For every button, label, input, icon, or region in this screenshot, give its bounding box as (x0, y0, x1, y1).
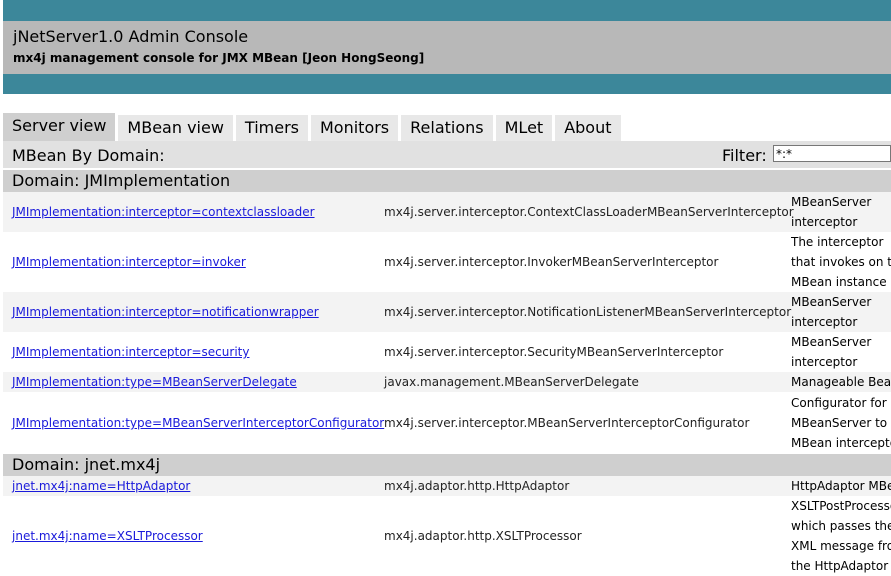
mbean-description: MBeanServer interceptor (791, 195, 872, 229)
mbean-link[interactable]: JMImplementation:interceptor=security (12, 345, 249, 359)
domain-header: Domain: JMImplementation (3, 170, 891, 192)
section-title: MBean By Domain: (12, 146, 165, 165)
filter-label: Filter: (722, 146, 767, 165)
tab-monitors[interactable]: Monitors (310, 115, 399, 141)
mbean-class: javax.management.MBeanServerDelegate (384, 375, 639, 389)
tab-timers[interactable]: Timers (235, 115, 308, 141)
mbean-class: mx4j.adaptor.http.HttpAdaptor (384, 479, 570, 493)
tab-mlet[interactable]: MLet (495, 115, 553, 141)
mbean-description: Configurator for MBeanServer to MBean inte… (791, 396, 891, 450)
tab-server-view[interactable]: Server view (3, 113, 116, 141)
mbean-description: XSLTPostProcessor which passes the XML mes… (791, 499, 891, 573)
tab-relations[interactable]: Relations (401, 115, 493, 141)
app-subtitle: mx4j management console for JMX MBean [J… (13, 51, 425, 65)
mbean-description: Manageable Bean (791, 375, 891, 389)
table-row: JMImplementation:type=MBeanServerInterce… (3, 393, 891, 453)
mbean-class: mx4j.adaptor.http.XSLTProcessor (384, 529, 582, 543)
table-row: JMImplementation:interceptor=contextclas… (3, 192, 891, 232)
mbean-class: mx4j.server.interceptor.NotificationList… (384, 305, 792, 319)
mbean-link[interactable]: JMImplementation:type=MBeanServerDelegat… (12, 375, 297, 389)
mbean-link[interactable]: JMImplementation:interceptor=invoker (12, 255, 246, 269)
mbean-link[interactable]: jnet.mx4j:name=XSLTProcessor (12, 529, 203, 543)
header-top-bar (3, 0, 891, 21)
mbean-description: The interceptorthat invokes on theMBean … (791, 235, 891, 289)
table-row: JMImplementation:type=MBeanServerDelegat… (3, 372, 891, 392)
mbean-class: mx4j.server.interceptor.SecurityMBeanSer… (384, 345, 724, 359)
table-row: JMImplementation:interceptor=security mx… (3, 332, 891, 372)
mbean-link[interactable]: JMImplementation:interceptor=contextclas… (12, 205, 315, 219)
mbean-class: mx4j.server.interceptor.InvokerMBeanServ… (384, 255, 719, 269)
header-bottom-bar (3, 74, 891, 94)
filter-input[interactable] (773, 145, 891, 162)
tab-mbean-view[interactable]: MBean view (118, 115, 233, 141)
mbean-link[interactable]: JMImplementation:type=MBeanServerInterce… (12, 416, 384, 430)
table-row: jnet.mx4j:name=XSLTProcessor mx4j.adapto… (3, 496, 891, 576)
tab-bar: Server view MBean view Timers Monitors R… (3, 113, 624, 141)
mbean-link[interactable]: jnet.mx4j:name=HttpAdaptor (12, 479, 190, 493)
table-row: JMImplementation:interceptor=notificatio… (3, 292, 891, 332)
table-row: JMImplementation:interceptor=invoker mx4… (3, 232, 891, 292)
table-row: jnet.mx4j:name=HttpAdaptor mx4j.adaptor.… (3, 476, 891, 496)
mbean-description: MBeanServer interceptor (791, 295, 872, 329)
mbean-class: mx4j.server.interceptor.ContextClassLoad… (384, 205, 794, 219)
filter-bar: MBean By Domain: Filter: (3, 141, 891, 168)
app-header: jNetServer1.0 Admin Console mx4j managem… (3, 21, 891, 74)
domain-header: Domain: jnet.mx4j (3, 454, 891, 476)
mbean-link[interactable]: JMImplementation:interceptor=notificatio… (12, 305, 319, 319)
mbean-description: HttpAdaptor MBean (791, 479, 891, 493)
tab-about[interactable]: About (555, 115, 621, 141)
app-title: jNetServer1.0 Admin Console (13, 27, 249, 46)
mbean-class: mx4j.server.interceptor.MBeanServerInter… (384, 416, 750, 430)
mbean-description: MBeanServer interceptor (791, 335, 872, 369)
